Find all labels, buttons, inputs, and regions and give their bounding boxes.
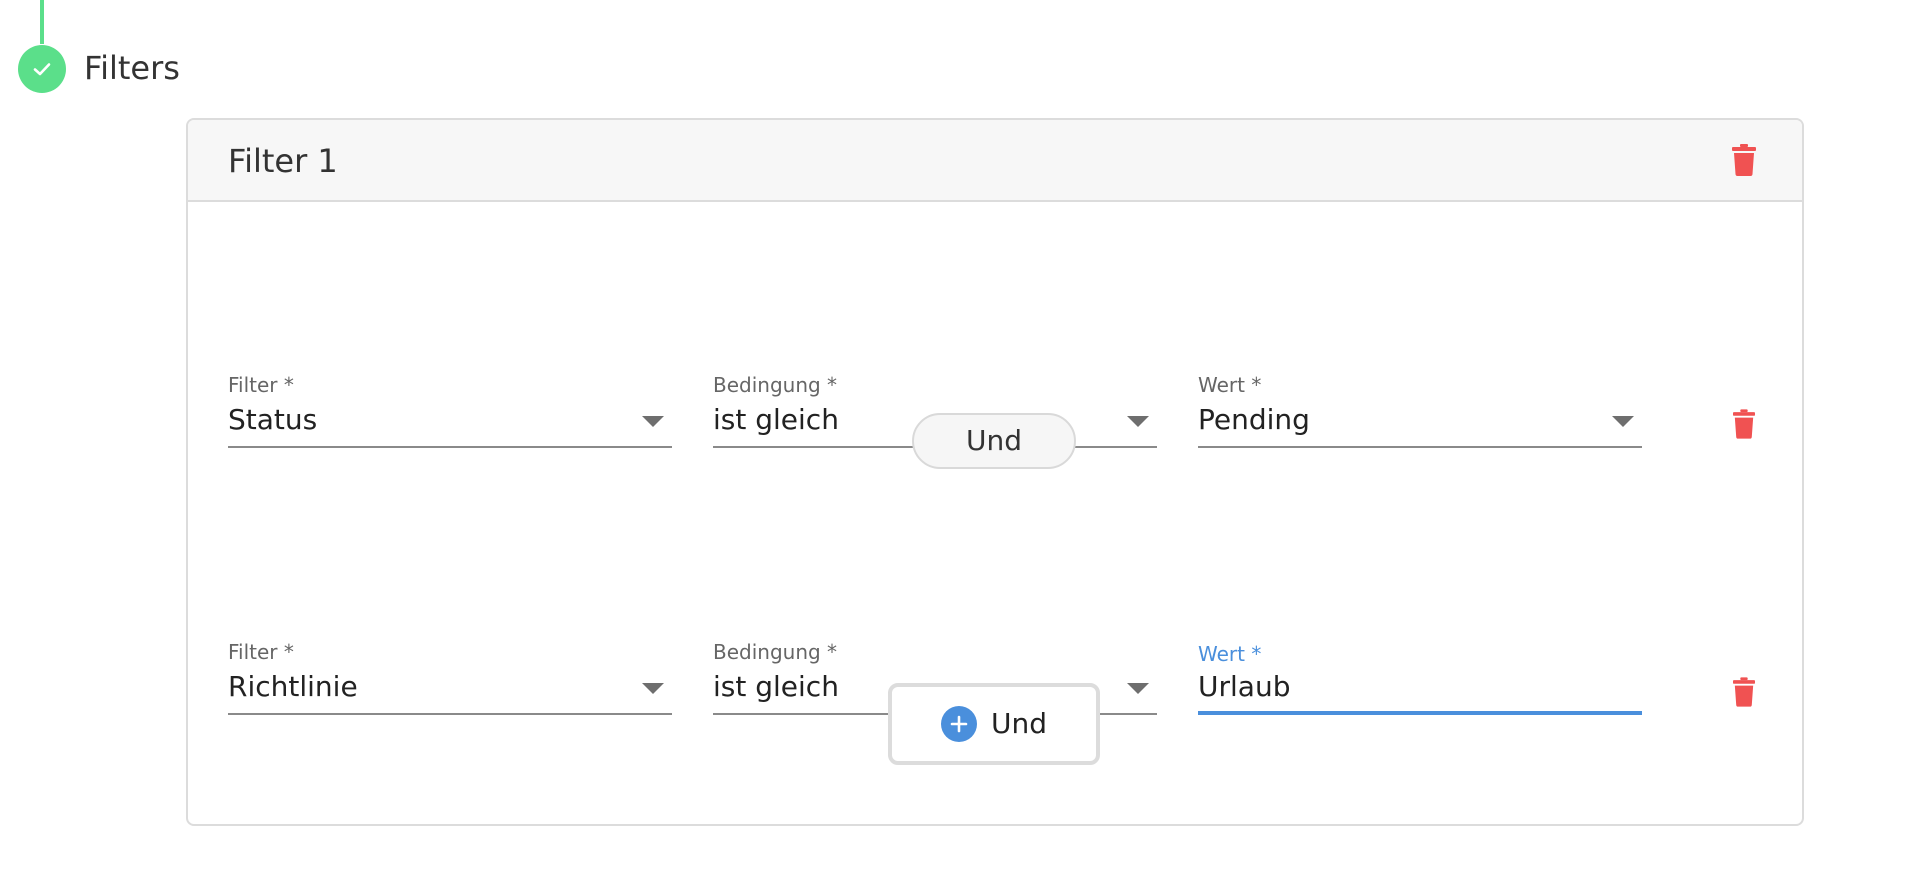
step-complete-indicator xyxy=(18,45,66,93)
field-underline xyxy=(1198,446,1642,448)
condition-select-value: ist gleich xyxy=(713,403,839,436)
filter-select-label: Filter * xyxy=(228,640,294,664)
step-title: Filters xyxy=(84,49,180,87)
chevron-down-icon xyxy=(1612,416,1634,427)
chevron-down-icon xyxy=(1127,683,1149,694)
step-connector-line xyxy=(40,0,44,44)
chevron-down-icon xyxy=(1127,416,1149,427)
chevron-down-icon xyxy=(642,416,664,427)
delete-condition-button[interactable] xyxy=(1724,404,1764,444)
trash-icon xyxy=(1733,677,1755,707)
filter-group-title: Filter 1 xyxy=(228,142,338,180)
filter-group-card: Filter 1 Filter * Status Bedingung * ist… xyxy=(186,118,1804,826)
delete-condition-button[interactable] xyxy=(1724,672,1764,712)
field-underline-focused xyxy=(1198,711,1642,715)
filter-select[interactable]: Filter * Status xyxy=(228,372,672,448)
filter-select-value: Status xyxy=(228,403,318,436)
add-button-label: Und xyxy=(990,707,1047,740)
add-and-condition-button[interactable]: Und xyxy=(888,683,1100,765)
value-select[interactable]: Wert * Pending xyxy=(1198,372,1642,448)
delete-filter-group-button[interactable] xyxy=(1724,140,1764,180)
field-underline xyxy=(228,446,672,448)
field-underline xyxy=(228,713,672,715)
filter-select-value: Richtlinie xyxy=(228,670,358,703)
value-select-value: Pending xyxy=(1198,403,1310,436)
condition-select-label: Bedingung * xyxy=(713,640,838,664)
and-connector-badge: Und xyxy=(912,413,1076,469)
filter-group-header: Filter 1 xyxy=(188,120,1802,202)
condition-select-value: ist gleich xyxy=(713,670,839,703)
trash-icon xyxy=(1732,144,1756,176)
value-input-text: Urlaub xyxy=(1198,670,1291,703)
filter-select-label: Filter * xyxy=(228,373,294,397)
filter-select[interactable]: Filter * Richtlinie xyxy=(228,639,672,715)
check-icon xyxy=(33,63,51,76)
condition-select-label: Bedingung * xyxy=(713,373,838,397)
value-select-label: Wert * xyxy=(1198,373,1262,397)
chevron-down-icon xyxy=(642,683,664,694)
plus-circle-icon xyxy=(940,706,977,742)
trash-icon xyxy=(1733,409,1755,439)
value-input[interactable]: Wert * Urlaub xyxy=(1198,639,1642,715)
value-input-label: Wert * xyxy=(1198,642,1262,666)
